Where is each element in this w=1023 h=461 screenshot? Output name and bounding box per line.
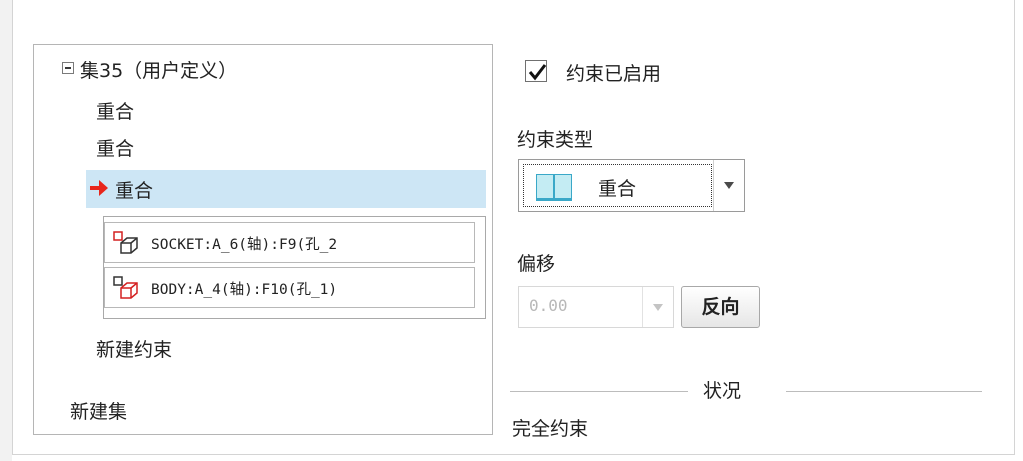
status-value: 完全约束 bbox=[512, 418, 589, 440]
status-divider bbox=[786, 391, 982, 392]
tree-item[interactable]: 重合 bbox=[96, 97, 134, 124]
reference-text: BODY:A_4(轴):F10(孔_1) bbox=[151, 282, 338, 298]
left-strip bbox=[0, 0, 12, 461]
dropdown-focus: 重合 bbox=[523, 164, 712, 207]
part-icon bbox=[113, 231, 138, 254]
flip-button[interactable]: 反向 bbox=[681, 286, 760, 328]
offset-value: 0.00 bbox=[529, 296, 568, 315]
tree-item-selected-label: 重合 bbox=[115, 180, 154, 202]
checkmark-icon bbox=[528, 64, 547, 81]
red-arrow-icon bbox=[90, 180, 108, 196]
coincident-icon bbox=[536, 174, 572, 201]
status-group-label: 状况 bbox=[703, 380, 742, 402]
tree-item[interactable]: 重合 bbox=[96, 134, 134, 161]
offset-label: 偏移 bbox=[517, 253, 556, 275]
new-constraint-item[interactable]: 新建约束 bbox=[96, 335, 172, 362]
reference-text: SOCKET:A_6(轴):F9(孔_2 bbox=[151, 237, 338, 253]
chevron-down-icon[interactable] bbox=[642, 287, 673, 327]
reference-item[interactable]: SOCKET:A_6(轴):F9(孔_2 bbox=[104, 222, 475, 263]
tree-set-label[interactable]: 集35（用户定义） bbox=[80, 56, 237, 83]
constraint-type-label: 约束类型 bbox=[517, 129, 594, 151]
offset-input[interactable]: 0.00 bbox=[518, 286, 674, 328]
part-icon bbox=[113, 276, 138, 299]
constraint-type-dropdown[interactable]: 重合 bbox=[518, 159, 745, 212]
new-set-item[interactable]: 新建集 bbox=[70, 397, 127, 424]
collapse-icon[interactable] bbox=[62, 62, 74, 74]
constraint-type-value: 重合 bbox=[598, 178, 637, 200]
status-divider bbox=[510, 391, 688, 392]
reference-list: SOCKET:A_6(轴):F9(孔_2 BODY:A_4(轴):F10(孔_1… bbox=[103, 216, 486, 319]
constraint-enabled-checkbox[interactable] bbox=[525, 60, 547, 82]
constraint-enabled-label: 约束已启用 bbox=[566, 63, 662, 85]
chevron-down-icon[interactable] bbox=[713, 160, 744, 211]
reference-item[interactable]: BODY:A_4(轴):F10(孔_1) bbox=[104, 267, 475, 308]
